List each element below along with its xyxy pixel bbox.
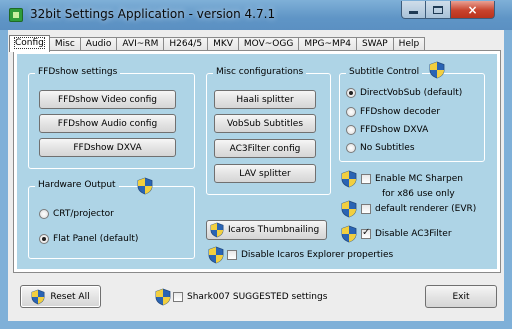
mc-sharpen-row[interactable]: Enable MC Sharpen: [341, 170, 463, 188]
radio-icon: [346, 143, 356, 153]
mc-sharpen-note: for x86 use only: [382, 189, 455, 199]
hardware-crt-option[interactable]: CRT/projector: [39, 209, 114, 219]
shield-icon: [341, 225, 357, 243]
shark-suggested-row[interactable]: Shark007 SUGGESTED settings: [155, 288, 327, 306]
app-icon: [9, 8, 23, 22]
radio-icon: [39, 209, 49, 219]
lav-splitter-button[interactable]: LAV splitter: [214, 164, 316, 183]
shield-icon: [341, 200, 357, 218]
reset-all-button[interactable]: Reset All: [20, 285, 101, 308]
shield-icon: [155, 288, 171, 306]
tab-config[interactable]: Config: [9, 35, 50, 52]
mc-sharpen-checkbox[interactable]: [361, 174, 371, 184]
subtitle-ffdshow-dxva-option[interactable]: FFDshow DXVA: [346, 125, 428, 135]
disable-icaros-label: Disable Icaros Explorer properties: [241, 250, 394, 260]
shield-icon: [208, 246, 224, 264]
icaros-thumbnailing-label: Icaros Thumbnailing: [228, 225, 320, 235]
close-button[interactable]: ×: [451, 1, 495, 19]
vobsub-subtitles-button[interactable]: VobSub Subtitles: [214, 114, 316, 133]
icaros-thumbnailing-button[interactable]: Icaros Thumbnailing: [206, 220, 327, 240]
disable-ac3filter-checkbox[interactable]: [361, 227, 371, 239]
radio-selected-icon: [39, 234, 49, 244]
tab-strip: Config Misc Audio AVI~RM H264/5 MKV MOV~…: [9, 35, 426, 52]
hardware-group: Hardware Output: [28, 180, 195, 259]
shark-suggested-checkbox[interactable]: [173, 292, 183, 302]
shark-suggested-label: Shark007 SUGGESTED settings: [187, 292, 328, 302]
close-icon: ×: [467, 2, 478, 17]
disable-ac3filter-label: Disable AC3Filter: [375, 229, 452, 239]
subtitle-directvobsub-option[interactable]: DirectVobSub (default): [346, 88, 462, 98]
shield-icon: [210, 222, 224, 238]
disable-icaros-checkbox[interactable]: [227, 250, 237, 260]
exit-button[interactable]: Exit: [425, 285, 497, 308]
disable-ac3filter-row[interactable]: Disable AC3Filter: [341, 225, 452, 243]
ffdshow-audio-config-button[interactable]: FFDshow Audio config: [39, 114, 176, 133]
subtitle-ffdshow-decoder-option[interactable]: FFDshow decoder: [346, 107, 440, 117]
hardware-shield-icon: [137, 177, 153, 198]
maximize-icon: [433, 5, 443, 14]
reset-all-label: Reset All: [50, 291, 90, 302]
shield-icon: [341, 170, 357, 188]
shield-icon: [31, 289, 45, 304]
subtitle-shield-icon: [429, 61, 445, 82]
hardware-group-title: Hardware Output: [35, 180, 119, 190]
radio-selected-icon: [346, 88, 356, 98]
radio-icon: [346, 107, 356, 117]
hardware-option-label: CRT/projector: [53, 209, 114, 219]
mc-sharpen-label: Enable MC Sharpen: [375, 174, 464, 184]
haali-splitter-button[interactable]: Haali splitter: [214, 90, 316, 109]
subtitle-option-label: DirectVobSub (default): [360, 88, 463, 98]
maximize-button[interactable]: [426, 1, 451, 19]
ffdshow-dxva-button[interactable]: FFDshow DXVA: [39, 138, 176, 157]
subtitle-no-subtitles-option[interactable]: No Subtitles: [346, 143, 415, 153]
default-renderer-label: default renderer (EVR): [375, 204, 477, 214]
subtitle-group-title: Subtitle Control: [346, 67, 423, 77]
minimize-icon: [409, 11, 418, 14]
disable-icaros-row[interactable]: Disable Icaros Explorer properties: [208, 246, 393, 264]
hardware-option-label: Flat Panel (default): [53, 234, 139, 244]
minimize-button[interactable]: [401, 1, 426, 19]
ac3filter-config-button[interactable]: AC3Filter config: [214, 139, 316, 158]
misc-group-title: Misc configurations: [213, 67, 307, 77]
subtitle-option-label: FFDshow DXVA: [360, 125, 429, 135]
hardware-flat-panel-option[interactable]: Flat Panel (default): [39, 234, 138, 244]
default-renderer-checkbox[interactable]: [361, 204, 371, 214]
default-renderer-row[interactable]: default renderer (EVR): [341, 200, 476, 218]
window-title: 32bit Settings Application - version 4.7…: [30, 7, 276, 21]
ffdshow-video-config-button[interactable]: FFDshow Video config: [39, 90, 176, 109]
radio-icon: [346, 125, 356, 135]
ffdshow-group-title: FFDshow settings: [35, 67, 121, 77]
subtitle-option-label: No Subtitles: [360, 143, 415, 153]
subtitle-option-label: FFDshow decoder: [360, 107, 441, 117]
